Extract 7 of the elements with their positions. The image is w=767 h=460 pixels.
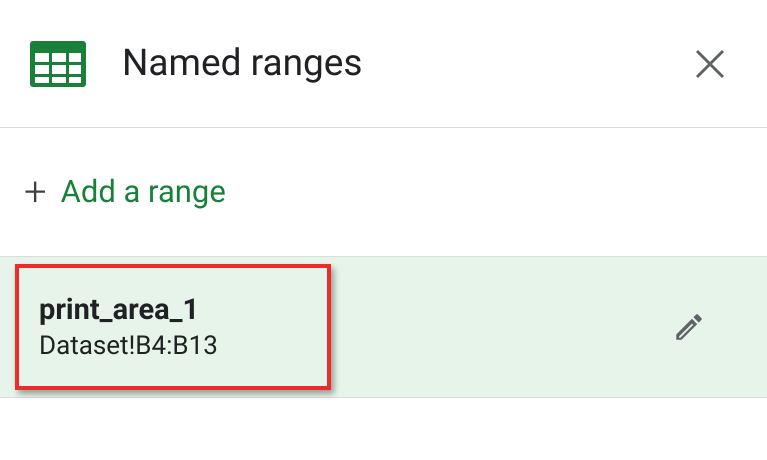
range-item[interactable]: print_area_1 Dataset!B4:B13 xyxy=(0,256,767,398)
spreadsheet-icon xyxy=(30,40,86,86)
panel-title: Named ranges xyxy=(122,40,362,87)
range-name: print_area_1 xyxy=(39,292,200,328)
add-range-link[interactable]: + Add a range xyxy=(24,168,226,216)
close-icon xyxy=(695,48,725,78)
range-reference: Dataset!B4:B13 xyxy=(39,330,219,362)
